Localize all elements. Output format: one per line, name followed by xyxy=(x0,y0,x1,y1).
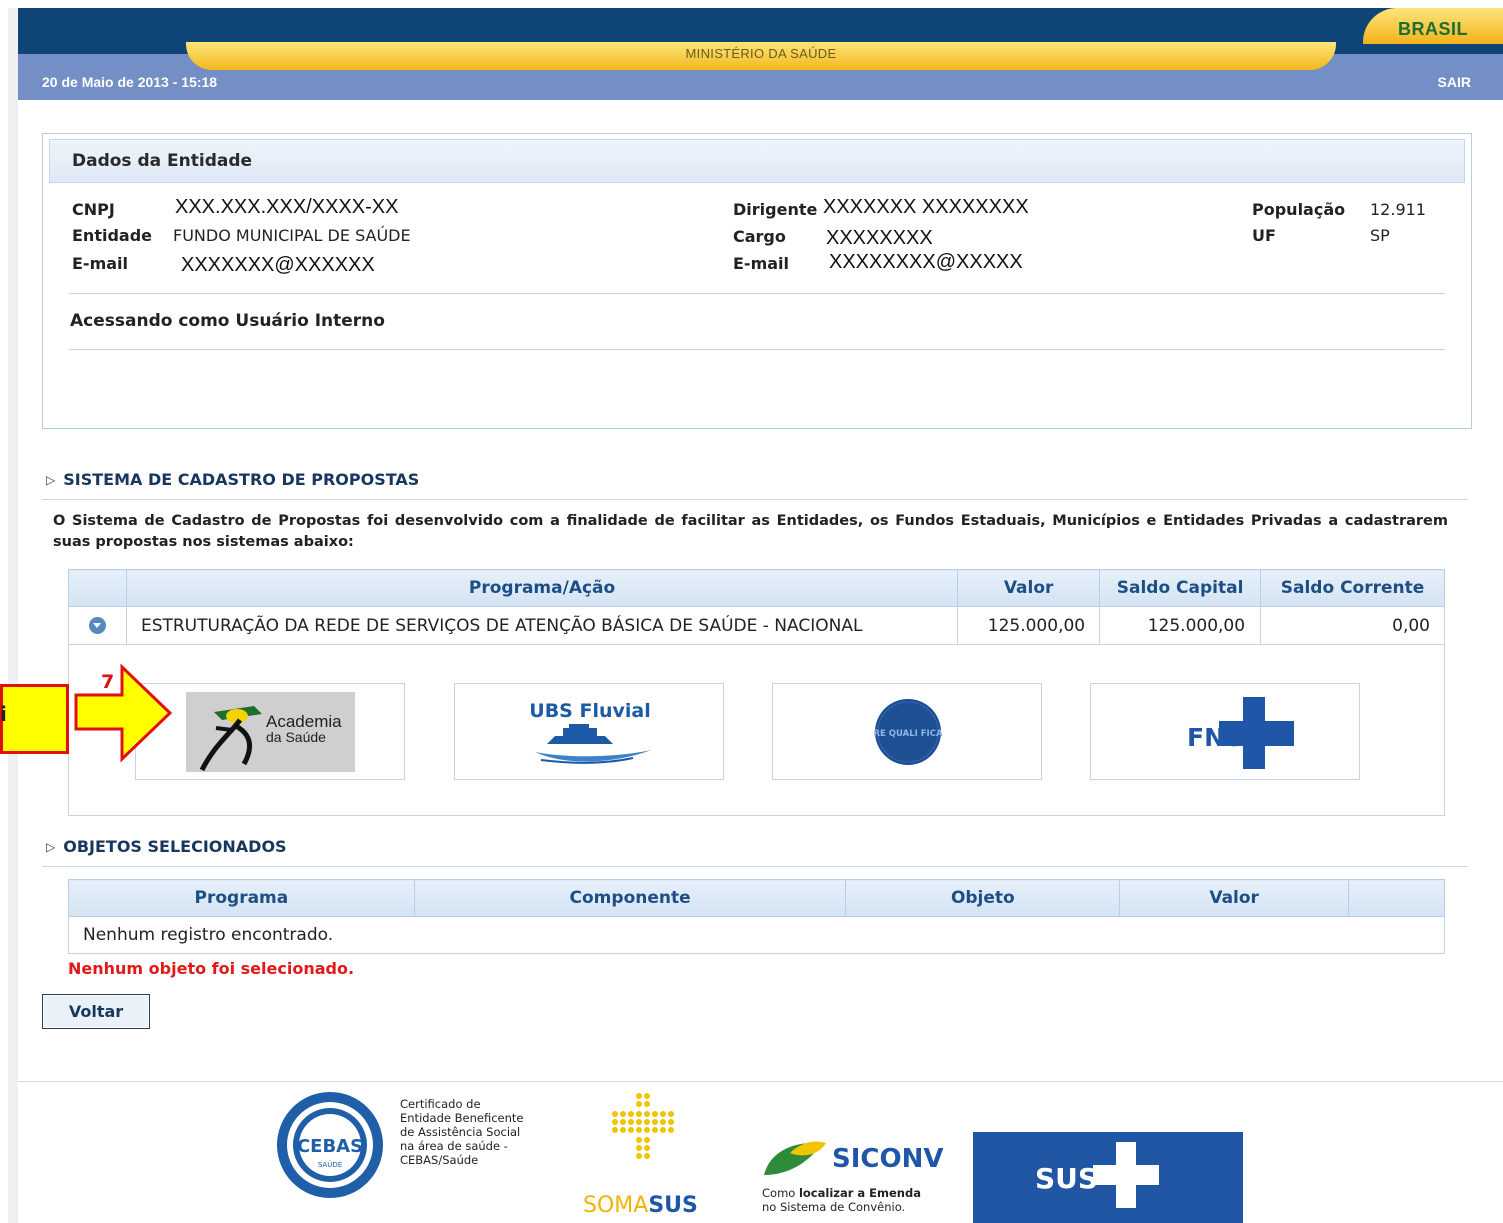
expand-column-header xyxy=(68,569,127,607)
column-header-saldo-capital: Saldo Capital xyxy=(1099,569,1262,607)
cebas-text-line: de Assistência Social xyxy=(400,1125,521,1139)
logout-link[interactable]: SAIR xyxy=(1438,74,1471,90)
dirigente-value: XXXXXXX XXXXXXXX xyxy=(823,196,1029,218)
section-divider xyxy=(42,499,1468,500)
date-time: 20 de Maio de 2013 - 15:18 xyxy=(42,74,218,90)
ubs-fluvial-logo: UBS Fluvial xyxy=(529,700,651,764)
cargo-value: XXXXXXXX xyxy=(826,227,933,249)
fns-logo: FNS xyxy=(1187,697,1294,769)
column-header-saldo-corrente: Saldo Corrente xyxy=(1260,569,1445,607)
uf-value: SP xyxy=(1370,226,1390,245)
dirigente-email-value: XXXXXXXX@XXXXX xyxy=(829,251,1023,273)
cebas-badge-subtext: SAÚDE xyxy=(318,1160,342,1169)
populacao-label: População xyxy=(1252,200,1346,219)
programs-header-row: Programa/Ação Valor Saldo Capital Saldo … xyxy=(68,569,1445,607)
siconv-caption-a: Como xyxy=(762,1186,799,1200)
cebas-text-line: Certificado de xyxy=(400,1097,481,1111)
programs-table: Programa/Ação Valor Saldo Capital Saldo … xyxy=(68,569,1445,645)
left-frame-border xyxy=(8,8,18,1223)
left-frame xyxy=(0,0,18,1223)
page: MINISTÉRIO DA SAÚDE BRASIL 20 de Maio de… xyxy=(0,0,1503,1223)
brasil-logo: BRASIL xyxy=(1363,8,1503,44)
column-header-objeto: Objeto xyxy=(845,879,1121,917)
ubs-fluvial-tile[interactable]: UBS Fluvial xyxy=(454,683,724,780)
somasus-cross-icon xyxy=(612,1093,674,1159)
uf-label: UF xyxy=(1252,226,1276,245)
table-row: Nenhum registro encontrado. xyxy=(68,916,1445,954)
siconv-caption-b: localizar a Emenda xyxy=(798,1186,921,1200)
cebas-text-line: na área de saúde - xyxy=(400,1139,508,1153)
siconv-caption-line2: no Sistema de Convênio. xyxy=(762,1200,906,1214)
cebas-text-line: Entidade Beneficente xyxy=(400,1111,524,1125)
entidade-label: Entidade xyxy=(72,226,153,245)
email-value: XXXXXXX@XXXXXX xyxy=(181,254,375,276)
sus-cross-icon xyxy=(1093,1142,1159,1208)
propostas-description: O Sistema de Cadastro de Propostas foi d… xyxy=(53,513,1448,550)
entity-panel: Dados da Entidade CNPJ XXX.XXX.XXX/XXXX-… xyxy=(42,133,1472,429)
back-button[interactable]: Voltar xyxy=(42,994,150,1029)
requalifica-ubs-tile[interactable]: RE QUALI FICA xyxy=(772,683,1042,780)
ministry-title: MINISTÉRIO DA SAÚDE xyxy=(685,46,837,61)
objetos-header-row: Programa Componente Objeto Valor xyxy=(68,879,1445,917)
saldo-corrente-cell: 0,00 xyxy=(1260,606,1445,645)
annotation-arrow-icon xyxy=(74,663,173,763)
expand-cell[interactable] xyxy=(68,606,127,645)
column-header-valor: Valor xyxy=(957,569,1101,607)
valor-cell: 125.000,00 xyxy=(957,606,1101,645)
requalifica-logo-text: RE QUALI FICA xyxy=(873,729,943,739)
populacao-value: 12.911 xyxy=(1370,200,1426,219)
collapse-arrow-icon: ▷ xyxy=(46,840,56,854)
cebas-text: Certificado de Entidade Beneficente de A… xyxy=(400,1097,523,1167)
objetos-title-text: OBJETOS SELECIONADOS xyxy=(63,837,287,856)
expand-row-icon[interactable] xyxy=(88,617,106,634)
annotation-text: i xyxy=(0,702,7,726)
academia-saude-tile[interactable]: Academia da Saúde xyxy=(135,683,405,780)
siconv-caption: Como localizar a Emenda no Sistema de Co… xyxy=(762,1186,921,1214)
collapse-arrow-icon: ▷ xyxy=(46,473,56,487)
table-row[interactable]: ESTRUTURAÇÃO DA REDE DE SERVIÇOS DE ATEN… xyxy=(68,606,1445,645)
access-mode: Acessando como Usuário Interno xyxy=(70,311,385,331)
dirigente-email-label: E-mail xyxy=(733,254,790,273)
dirigente-label: Dirigente xyxy=(733,200,818,219)
somasus-text-a: SOMA xyxy=(583,1193,649,1218)
objetos-section-title[interactable]: ▷ OBJETOS SELECIONADOS xyxy=(46,837,287,856)
column-header-valor: Valor xyxy=(1119,879,1350,917)
ubs-fluvial-text: UBS Fluvial xyxy=(529,700,650,722)
entity-divider xyxy=(69,293,1445,294)
entidade-value: FUNDO MUNICIPAL DE SAÚDE xyxy=(173,226,411,245)
fns-tile[interactable]: FNS xyxy=(1090,683,1360,780)
column-header-actions xyxy=(1348,879,1445,917)
annotation-box xyxy=(0,684,69,754)
cebas-seal: CEBAS SAÚDE xyxy=(277,1092,383,1198)
propostas-title-text: SISTEMA DE CADASTRO DE PROPOSTAS xyxy=(63,470,420,489)
cargo-label: Cargo xyxy=(733,227,786,246)
entity-divider xyxy=(69,349,1445,350)
no-selection-warning: Nenhum objeto foi selecionado. xyxy=(68,959,355,978)
siconv-title: SICONV xyxy=(832,1144,944,1174)
column-header-programa: Programa/Ação xyxy=(125,569,959,607)
siconv-leaf-icon xyxy=(764,1141,826,1175)
cebas-text-line: CEBAS/Saúde xyxy=(400,1153,479,1167)
email-label: E-mail xyxy=(72,254,129,273)
section-divider xyxy=(42,866,1468,867)
cebas-badge-text: CEBAS xyxy=(297,1136,363,1157)
column-header-programa: Programa xyxy=(68,879,415,917)
somasus-logo-text: SOMASUS xyxy=(583,1193,698,1218)
top-bar: MINISTÉRIO DA SAÚDE BRASIL 20 de Maio de… xyxy=(18,8,1503,100)
saldo-capital-cell: 125.000,00 xyxy=(1099,606,1262,645)
empty-row: Nenhum registro encontrado. xyxy=(68,916,1445,954)
sus-logo: SUS xyxy=(973,1132,1243,1223)
programa-cell: ESTRUTURAÇÃO DA REDE DE SERVIÇOS DE ATEN… xyxy=(125,606,959,645)
entity-panel-title: Dados da Entidade xyxy=(49,139,1465,183)
requalifica-ubs-logo: RE QUALI FICA xyxy=(873,699,943,765)
column-header-componente: Componente xyxy=(413,879,847,917)
cnpj-label: CNPJ xyxy=(72,200,115,219)
academia-saude-logo: Academia da Saúde xyxy=(186,692,355,772)
academia-logo-line2: da Saúde xyxy=(266,729,326,745)
somasus-text-b: SUS xyxy=(648,1193,698,1218)
propostas-section-title[interactable]: ▷ SISTEMA DE CADASTRO DE PROPOSTAS xyxy=(46,470,419,489)
footer-divider xyxy=(18,1081,1503,1082)
cnpj-value: XXX.XXX.XXX/XXXX-XX xyxy=(175,196,399,218)
objetos-table: Programa Componente Objeto Valor Nenhum … xyxy=(68,879,1445,954)
